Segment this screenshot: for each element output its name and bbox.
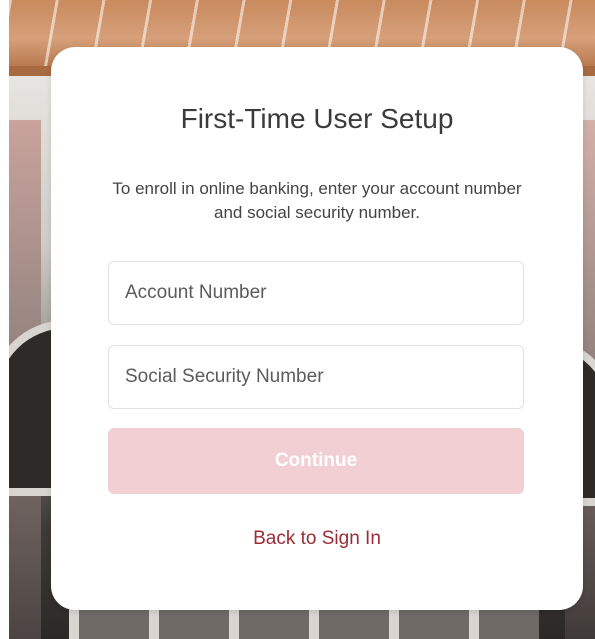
instructions-text: To enroll in online banking, enter your … — [112, 179, 522, 222]
page-title: First-Time User Setup — [180, 103, 454, 134]
account-number-field[interactable] — [108, 261, 524, 325]
back-to-sign-in-link[interactable]: Back to Sign In — [51, 528, 583, 550]
ssn-field[interactable] — [108, 345, 524, 409]
account-number-input[interactable] — [109, 262, 523, 324]
continue-button[interactable]: Continue — [108, 428, 524, 494]
background-photo: First-Time User Setup To enroll in onlin… — [9, 0, 595, 639]
setup-card: First-Time User Setup To enroll in onlin… — [51, 47, 583, 610]
ssn-input[interactable] — [109, 346, 523, 408]
